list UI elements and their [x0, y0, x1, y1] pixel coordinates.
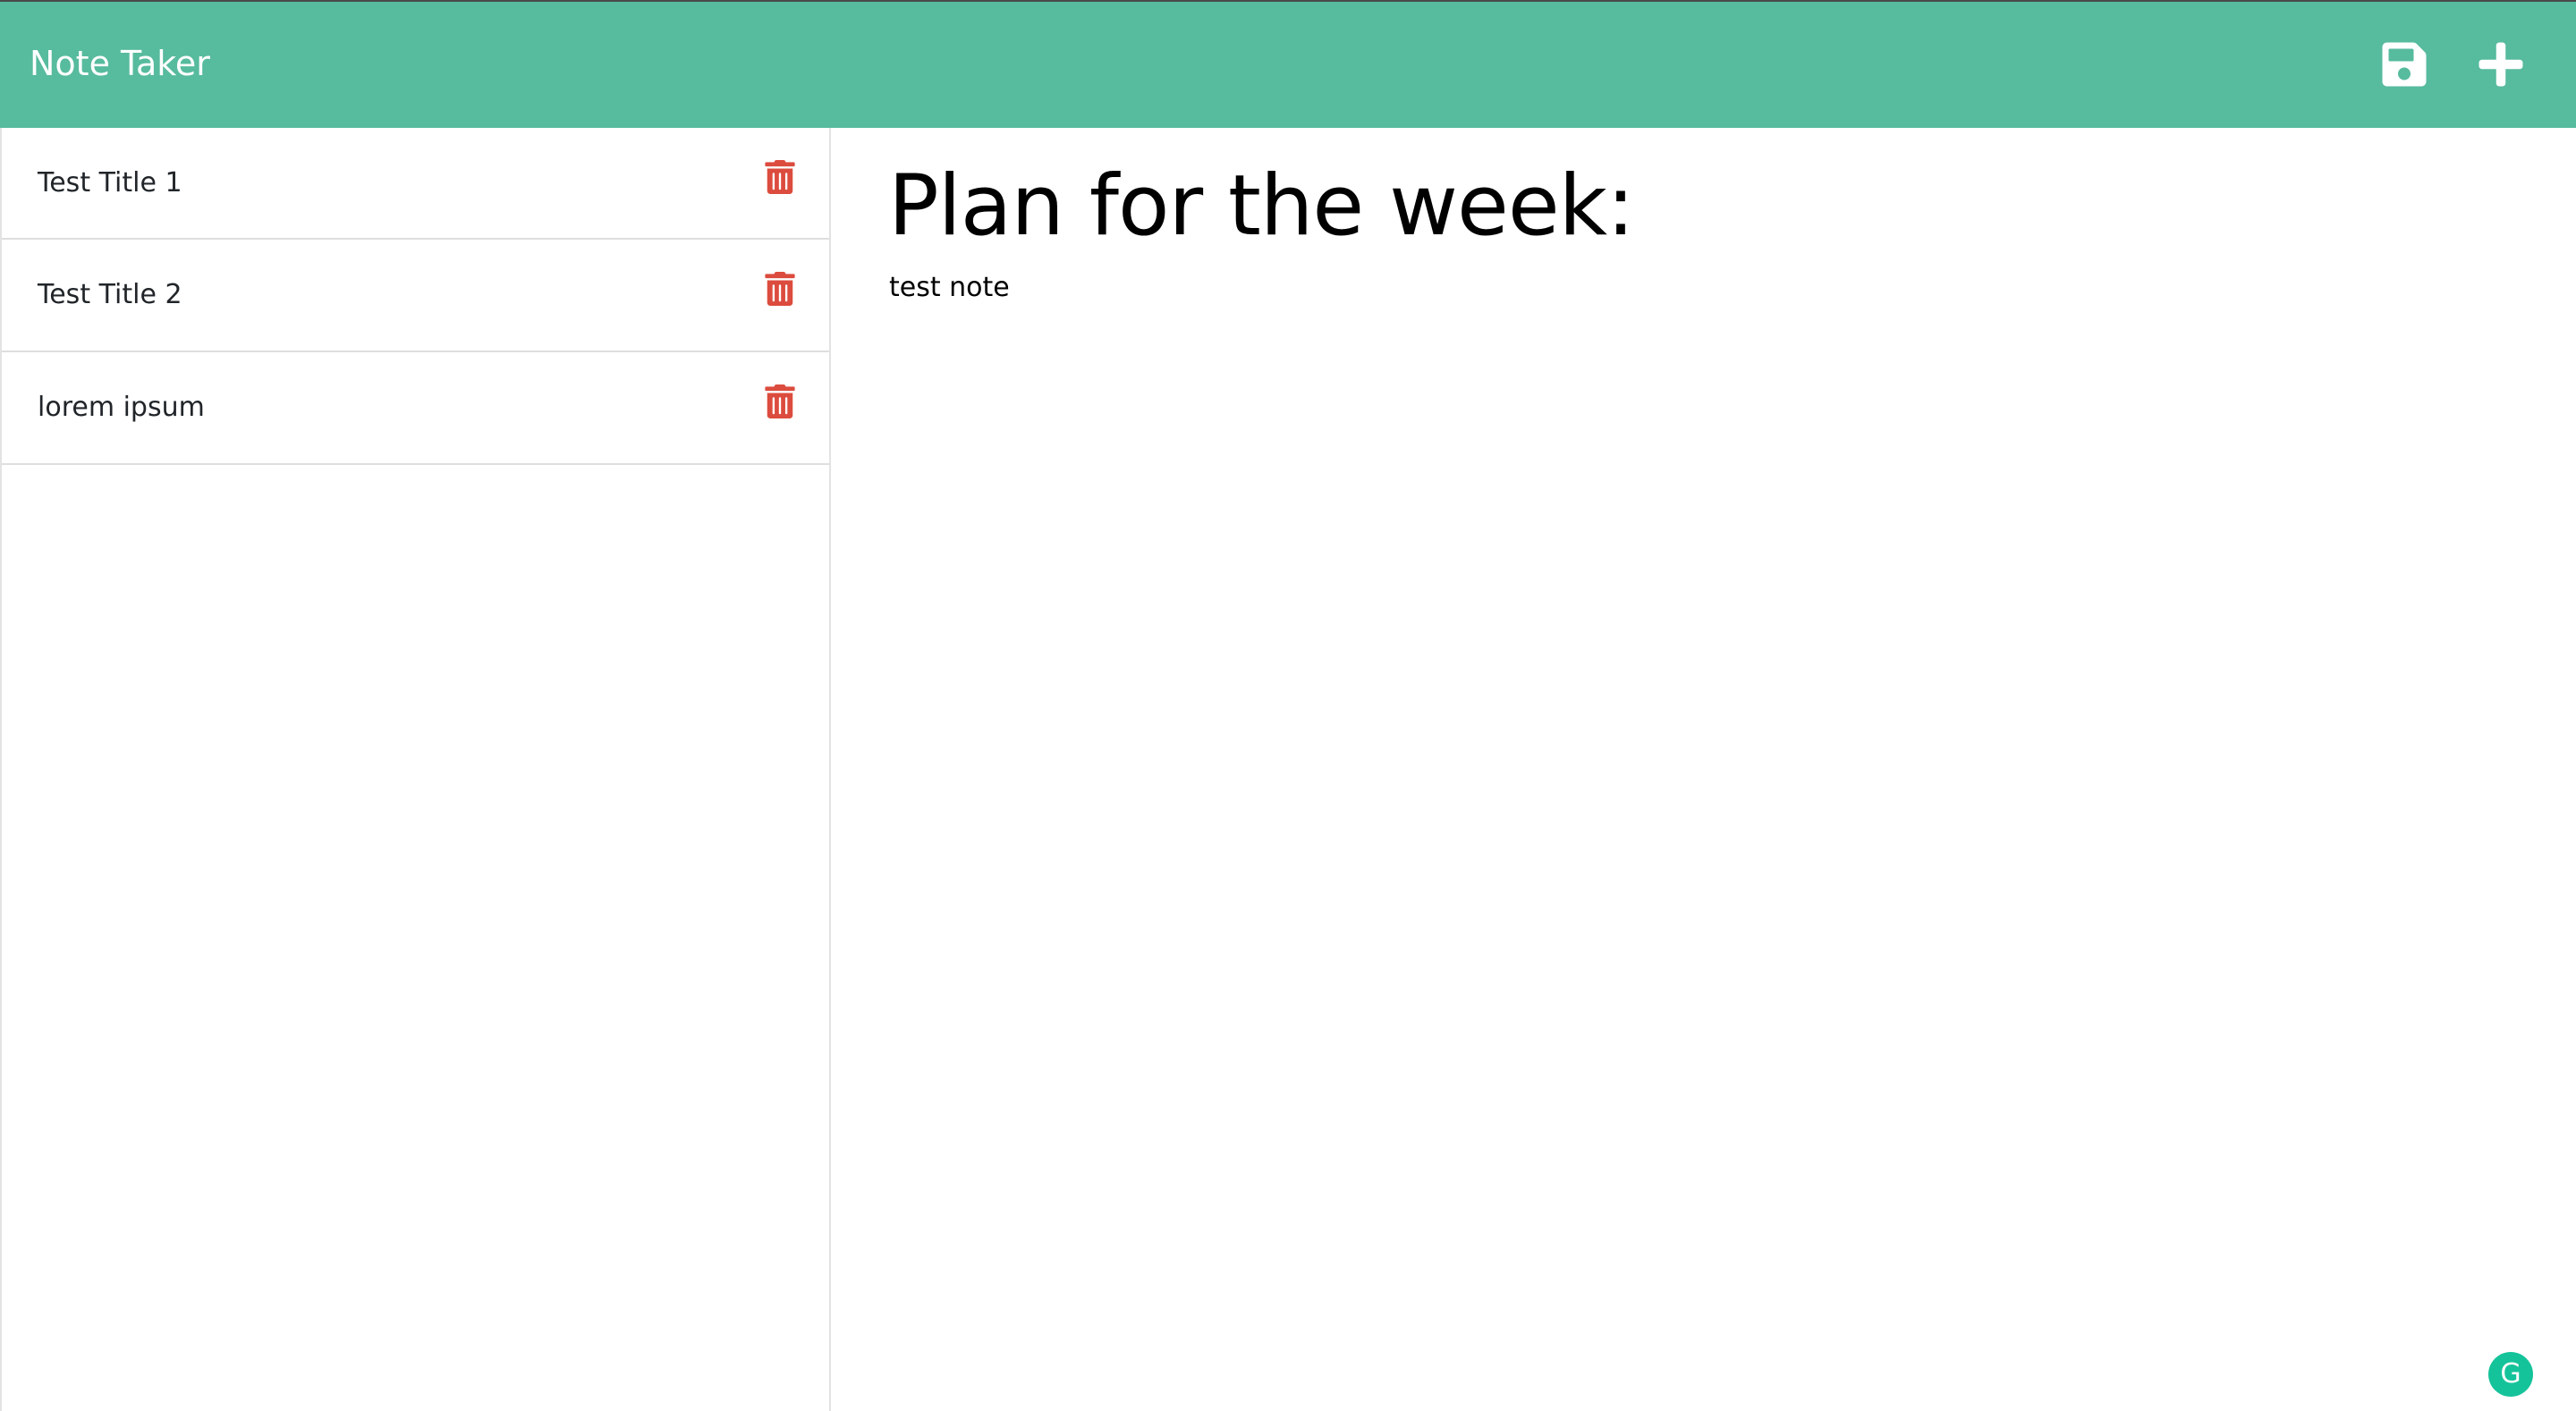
- note-list-item[interactable]: Test Title 2: [2, 240, 829, 352]
- note-body-textarea[interactable]: test note: [889, 269, 2499, 307]
- trash-icon[interactable]: [765, 384, 795, 418]
- note-list: Test Title 1 Test Title 2 lorem ipsum: [2, 128, 829, 465]
- note-list-item[interactable]: Test Title 1: [2, 128, 829, 240]
- plus-icon: [2479, 42, 2523, 87]
- navbar: Note Taker: [0, 0, 2576, 128]
- note-list-item[interactable]: lorem ipsum: [2, 352, 829, 465]
- grammarly-icon: G: [2500, 1358, 2521, 1390]
- trash-icon-graphic: [765, 160, 795, 194]
- note-title-field[interactable]: Plan for the week:: [888, 153, 2498, 260]
- save-icon: [2382, 42, 2427, 87]
- trash-icon[interactable]: [765, 272, 795, 306]
- app-title[interactable]: Note Taker: [30, 41, 210, 86]
- trash-icon[interactable]: [765, 160, 795, 194]
- note-item-title[interactable]: Test Title 1: [38, 162, 182, 205]
- trash-icon-graphic: [765, 272, 795, 306]
- grammarly-button[interactable]: G: [2488, 1352, 2533, 1397]
- save-note-button[interactable]: [2379, 39, 2429, 89]
- note-item-title[interactable]: lorem ipsum: [38, 386, 205, 429]
- note-item-title[interactable]: Test Title 2: [38, 274, 182, 317]
- trash-icon-graphic: [765, 384, 795, 418]
- new-note-button[interactable]: [2476, 39, 2526, 89]
- note-list-sidebar: Test Title 1 Test Title 2 lorem ipsum: [0, 128, 831, 1411]
- note-editor: Plan for the week: test note: [833, 128, 2576, 1411]
